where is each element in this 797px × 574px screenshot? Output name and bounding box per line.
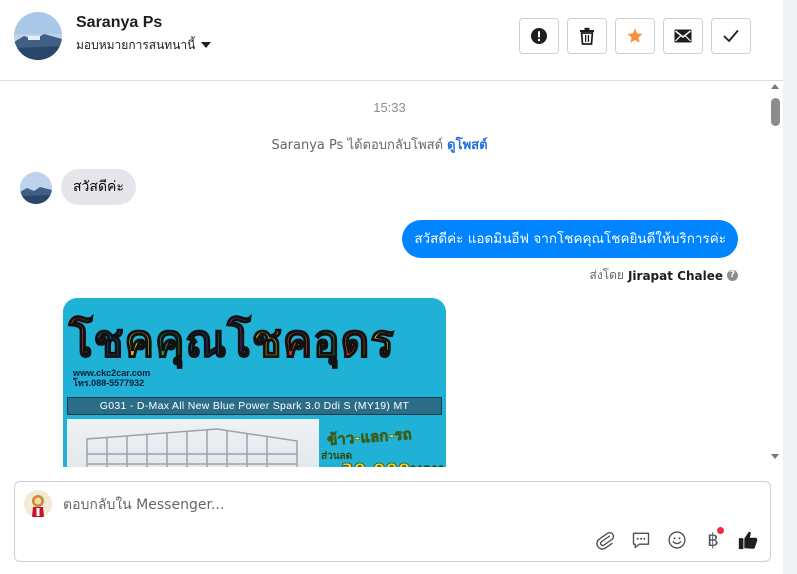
paperclip-icon [596, 532, 615, 550]
assign-conversation-label: มอบหมายการสนทนานี้ [76, 37, 196, 52]
saved-replies-icon [632, 532, 650, 549]
payment-button[interactable]: ฿ [701, 527, 725, 552]
message-timestamp: 15:33 [373, 100, 406, 115]
trash-icon [580, 27, 594, 45]
promo-title-letter: ช [251, 315, 283, 368]
promo-badge-amount: 30,000บาท [341, 455, 445, 467]
message-thread[interactable]: 15:33 Saranya Ps ได้ตอบกลับโพสต์ ดูโพสต์… [0, 82, 783, 467]
promo-badge-headline: ข้าว-แลก-รถ [326, 425, 413, 449]
checkmark-icon [723, 30, 739, 42]
post-reply-notice-text: Saranya Ps ได้ตอบกลับโพสต์ [271, 138, 444, 153]
emoji-button[interactable] [665, 528, 689, 552]
incoming-message-bubble[interactable]: สวัสดีค่ะ [61, 169, 136, 205]
caret-down-icon [201, 42, 212, 48]
promo-image-attachment[interactable]: โชคคุณโชคอุดร www.ckc2car.com โทร.088-55… [63, 298, 446, 467]
attach-file-button[interactable] [593, 528, 617, 552]
reply-input[interactable] [63, 495, 563, 515]
scroll-up-arrow-icon[interactable] [771, 84, 779, 89]
promo-title-letter: อ [312, 315, 341, 368]
sender-avatar[interactable] [20, 172, 52, 204]
promo-title-text: โชคคุณโชคอุดร [68, 315, 395, 368]
contact-name[interactable]: Saranya Ps [76, 14, 162, 32]
scroll-down-arrow-icon[interactable] [771, 454, 779, 459]
star-button[interactable] [615, 18, 655, 54]
promo-model-text: G031 - D-Max All New Blue Power Spark 3.… [99, 400, 410, 412]
delete-button[interactable] [567, 18, 607, 54]
promo-title-letter: ค [124, 315, 155, 368]
promo-title-letter: โ [226, 315, 252, 368]
emoji-icon [668, 531, 686, 549]
scroll-thumb[interactable] [771, 98, 780, 126]
page-avatar [24, 490, 52, 518]
send-like-button[interactable] [736, 528, 760, 552]
sent-by-prefix: ส่งโดย [589, 268, 624, 282]
thumbs-up-icon [738, 531, 758, 550]
envelope-icon [674, 29, 692, 43]
notification-dot [717, 527, 724, 534]
inbox-conversation-view: Saranya Ps มอบหมายการสนทนานี้ 15:33 Sara… [0, 0, 797, 574]
promo-website: www.ckc2car.com [73, 368, 151, 378]
promo-truck-photo [67, 419, 319, 467]
mark-spam-button[interactable] [519, 18, 559, 54]
promo-title-letter: ช [93, 315, 125, 368]
mark-unread-button[interactable] [663, 18, 703, 54]
promo-title-letter: ค [154, 315, 186, 368]
contact-avatar[interactable] [14, 12, 62, 60]
promo-title-letter: ค [282, 315, 314, 368]
promo-title-letter: ด [340, 315, 371, 368]
saved-replies-button[interactable] [629, 528, 653, 552]
mark-done-button[interactable] [711, 18, 751, 54]
promo-title: โชคคุณโชคอุดร [68, 315, 395, 368]
sent-by-name: Jirapat Chalee [627, 268, 723, 283]
conversation-header: Saranya Ps มอบหมายการสนทนานี้ [0, 0, 783, 81]
thread-scrollbar[interactable] [768, 82, 783, 467]
assign-conversation-dropdown[interactable]: มอบหมายการสนทนานี้ [76, 37, 212, 53]
exclamation-icon [531, 28, 547, 44]
reply-composer: ฿ [14, 481, 771, 562]
sent-by-label: ส่งโดย Jirapat Chalee ? [589, 266, 738, 285]
post-reply-notice: Saranya Ps ได้ตอบกลับโพสต์ ดูโพสต์ [0, 134, 759, 155]
promo-phone: โทร.088-5577932 [73, 378, 145, 388]
window-edge [783, 0, 797, 574]
view-post-link[interactable]: ดูโพสต์ [447, 138, 487, 153]
outgoing-message-bubble[interactable]: สวัสดีค่ะ แอดมินอีฟ จากโชคคุณโชคยินดีให้… [402, 220, 738, 258]
promo-discount-badge: ข้าว-แลก-รถ ส่วนลด 30,000บาท [319, 419, 445, 467]
promo-title-letter: ร [369, 315, 395, 368]
star-icon [627, 28, 643, 43]
promo-model-bar: G031 - D-Max All New Blue Power Spark 3.… [67, 397, 442, 415]
promo-title-letter: โ [68, 315, 94, 368]
promo-title-letter: ณ [185, 315, 228, 368]
promo-contact: www.ckc2car.com โทร.088-5577932 [73, 368, 150, 388]
help-icon[interactable]: ? [727, 270, 738, 281]
